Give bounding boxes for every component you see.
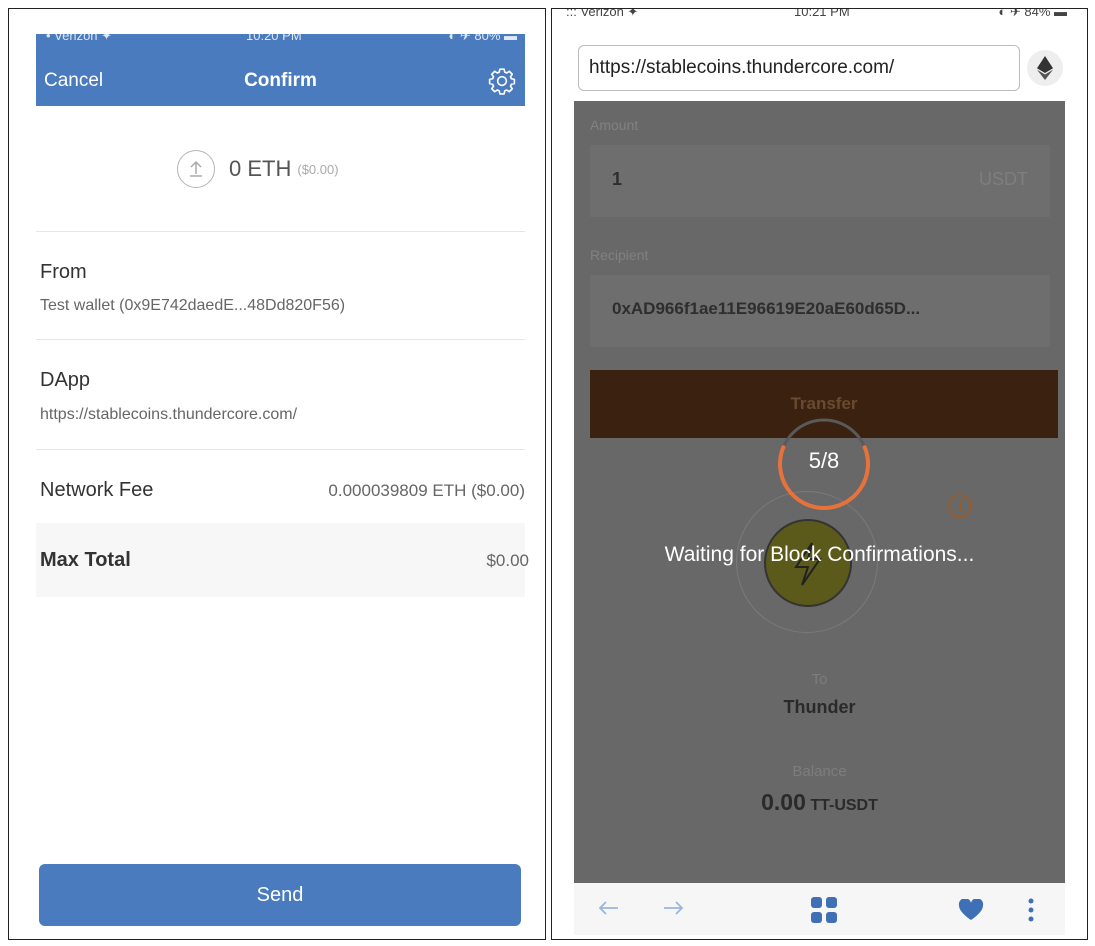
to-value: Thunder (783, 697, 856, 717)
divider (36, 339, 525, 340)
balance-label: Balance (792, 763, 847, 780)
upload-arrow-icon (177, 150, 215, 188)
send-button[interactable]: Send (39, 864, 521, 926)
max-total-label: Max Total (40, 549, 131, 571)
ethereum-icon[interactable] (1027, 50, 1063, 86)
forward-arrow-icon[interactable] (660, 895, 686, 921)
back-arrow-icon[interactable] (596, 895, 622, 921)
from-value: Test wallet (0x9E742daedE...48Dd820F56) (40, 297, 346, 314)
dapp-browser-screen: ::: Verizon ✦ 10:21 PM ◐ ✈ 84% ▬ https://s… (551, 8, 1088, 940)
amount-input[interactable]: 1 USDT (590, 145, 1050, 217)
balance-value: 0.00 TT-USDT (574, 789, 1065, 816)
dapp-content: Amount 1 USDT Recipient 0xAD966f1ae11E96… (574, 101, 1065, 883)
network-fee-value: 0.000039809 ETH ($0.00) (328, 481, 525, 500)
confirmation-count: 5/8 (808, 448, 840, 473)
max-total-value: $0.00 (486, 551, 529, 570)
max-total-row: Max Total $0.00 (36, 523, 529, 597)
status-bar: ::: Verizon ✦ 10:21 PM ◐ ✈ 84% ▬ (566, 9, 1067, 19)
amount-usd: ($0.00) (297, 161, 339, 177)
confirm-header: • Verizon ✦ 10:20 PM ◐ ✈ 80% ▬ Cancel Conf… (36, 34, 525, 106)
gear-icon[interactable] (487, 66, 517, 96)
to-label: To (811, 671, 828, 688)
apps-grid-icon[interactable] (810, 896, 838, 924)
wallet-confirm-screen: • Verizon ✦ 10:20 PM ◐ ✈ 80% ▬ Cancel Conf… (8, 8, 546, 940)
from-label: From (40, 261, 87, 283)
url-bar[interactable]: https://stablecoins.thundercore.com/ (578, 45, 1020, 91)
balance-amount: 0.00 (761, 789, 806, 815)
amount-unit: USDT (979, 169, 1028, 189)
amount-summary: 0 ETH ($0.00) (177, 149, 339, 189)
amount-value: 0 ETH (229, 156, 292, 181)
more-vertical-icon[interactable] (1026, 897, 1036, 923)
transfer-label: Transfer (790, 394, 858, 413)
dapp-label: DApp (40, 369, 91, 391)
amount-value: 1 (612, 169, 623, 189)
url-text: https://stablecoins.thundercore.com/ (589, 57, 895, 78)
page-title: Confirm (244, 70, 317, 91)
divider (36, 449, 525, 450)
status-bar: • Verizon ✦ 10:20 PM ◐ ✈ 80% ▬ (46, 34, 517, 43)
balance-unit: TT-USDT (810, 797, 878, 814)
recipient-value: 0xAD966f1ae11E96619E20aE60d65D... (612, 299, 921, 318)
waiting-message: Waiting for Block Confirmations... (664, 543, 975, 566)
recipient-label: Recipient (590, 247, 649, 263)
dapp-url: https://stablecoins.thundercore.com/ (40, 406, 298, 423)
recipient-input[interactable]: 0xAD966f1ae11E96619E20aE60d65D... (590, 275, 1050, 347)
info-icon[interactable] (947, 493, 973, 519)
network-fee-label: Network Fee (40, 479, 154, 501)
amount-label: Amount (590, 117, 639, 133)
browser-bottom-nav (574, 883, 1065, 935)
heart-icon[interactable] (958, 899, 984, 921)
divider (36, 231, 525, 232)
